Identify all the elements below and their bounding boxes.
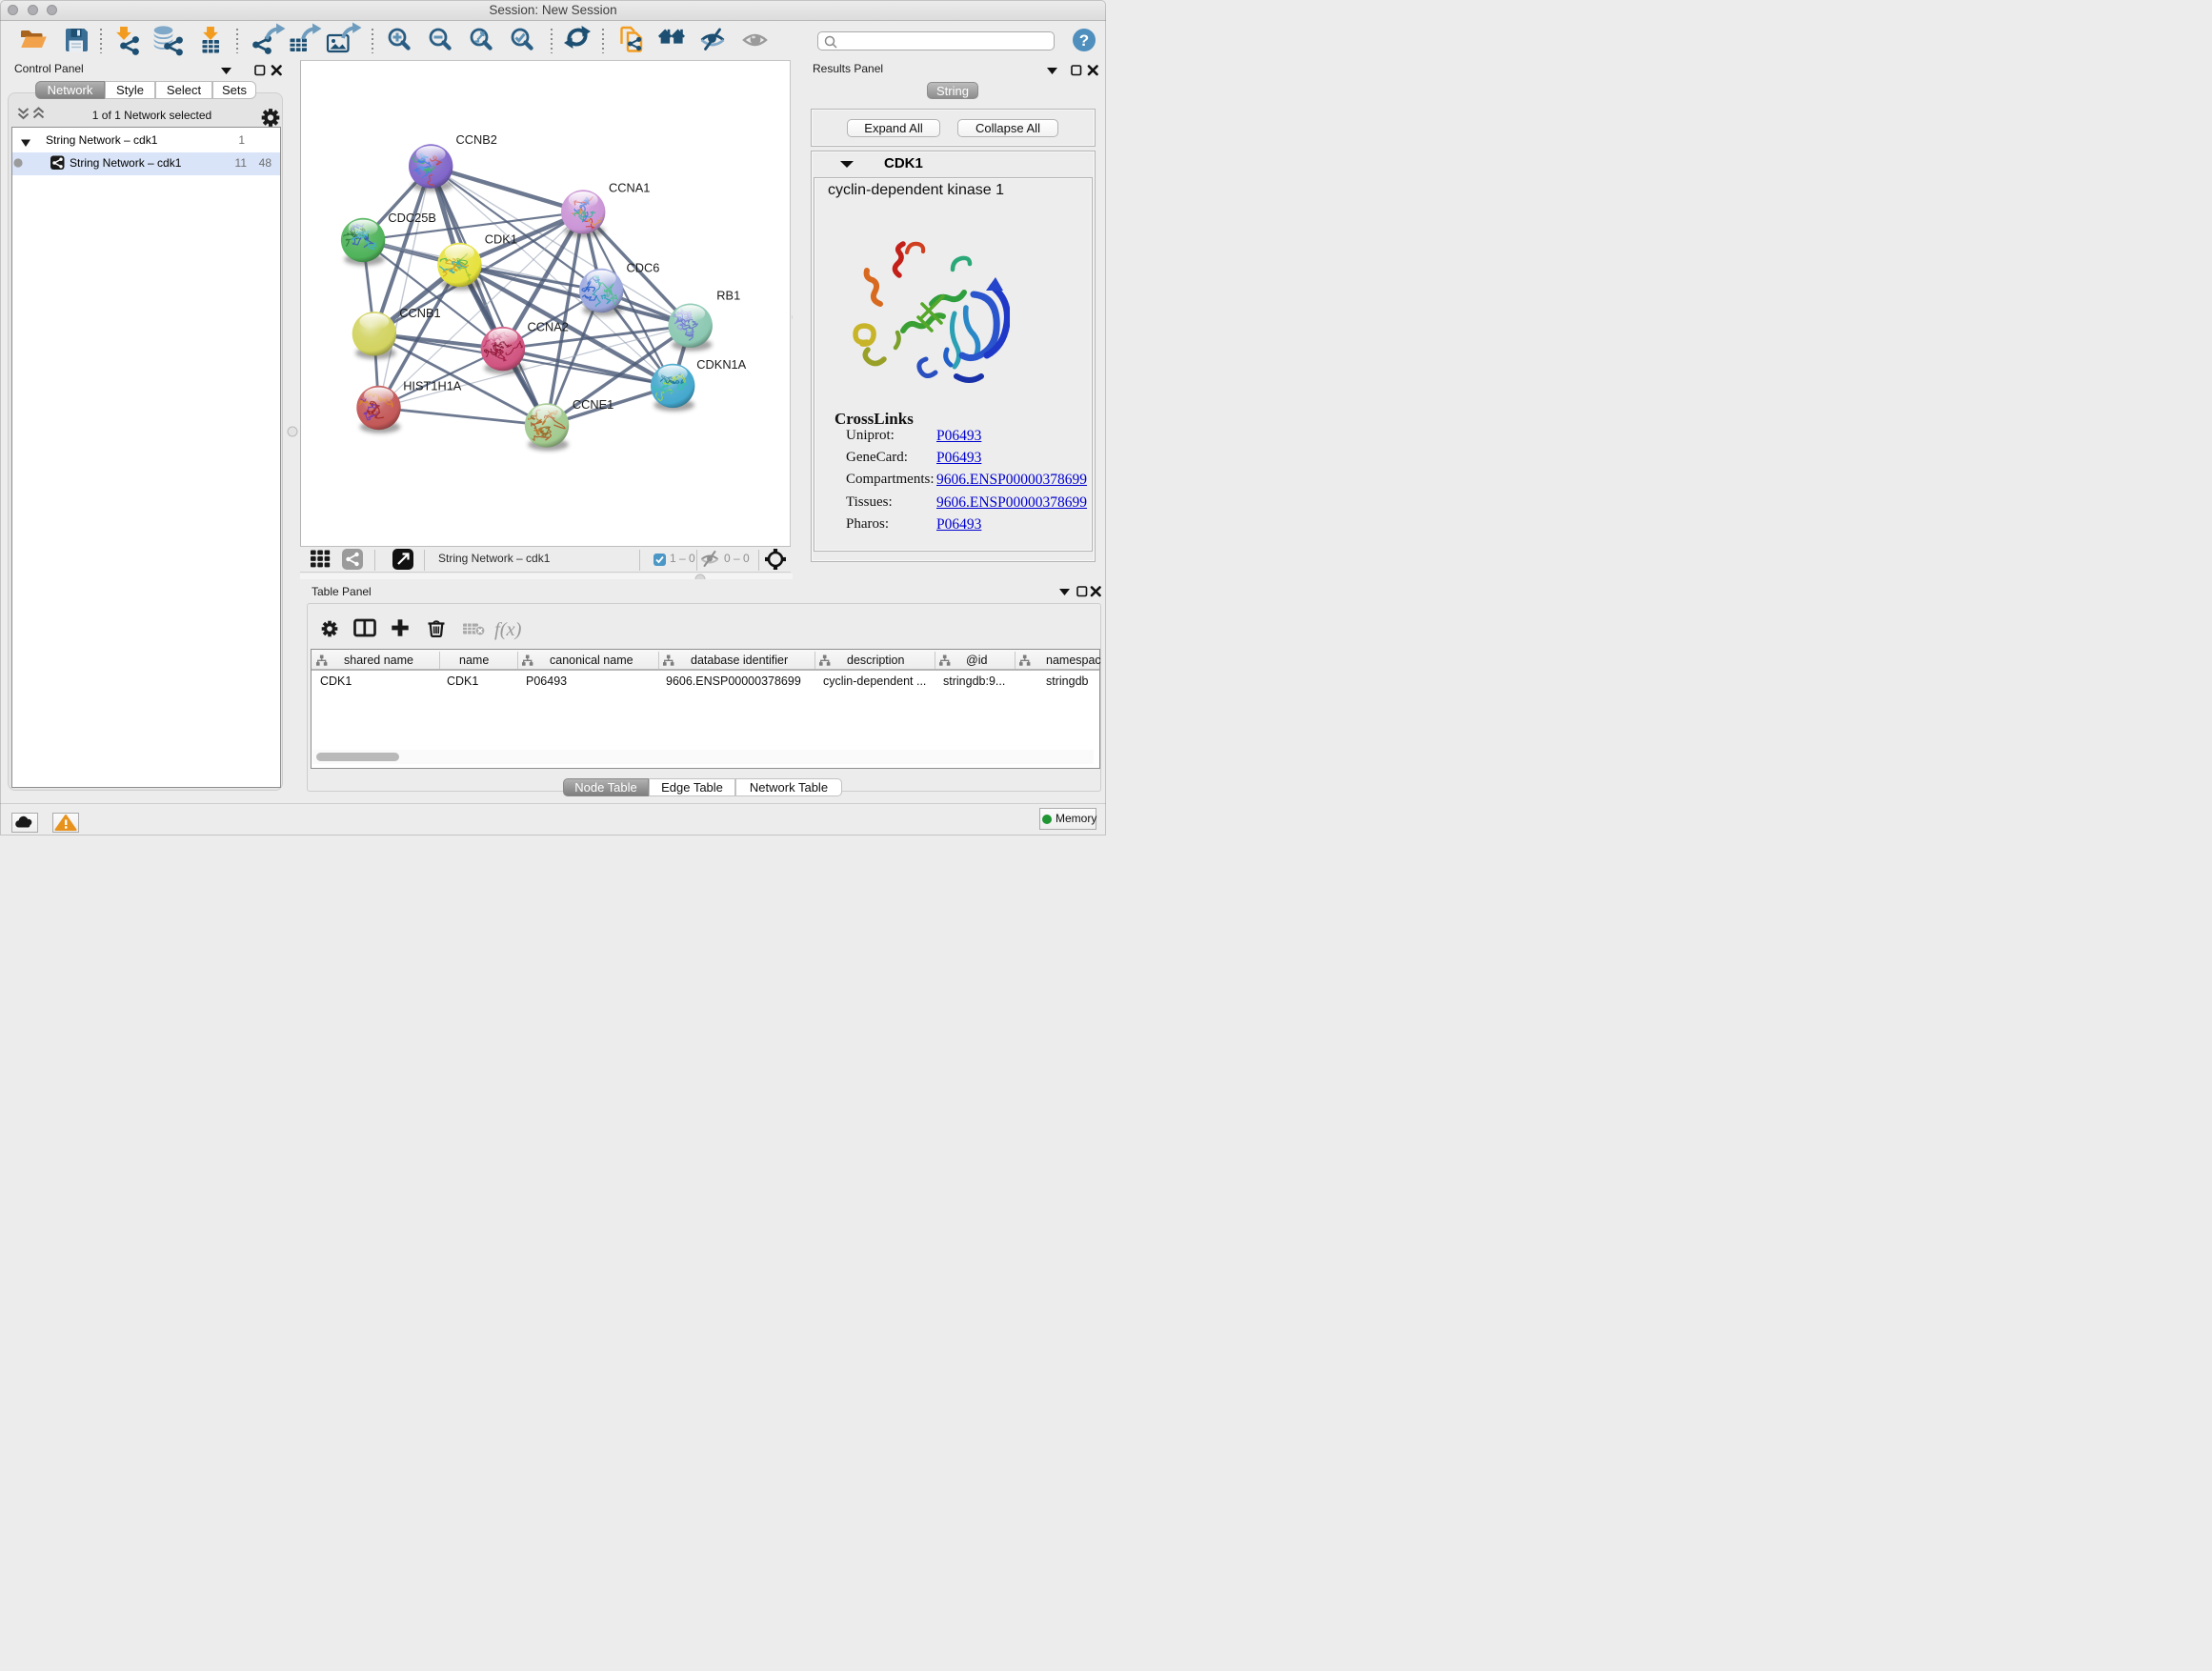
svg-text:CDC25B: CDC25B [388,211,436,225]
svg-text:?: ? [1079,31,1089,50]
svg-text:CDC6: CDC6 [627,261,660,275]
svg-text:CCNB2: CCNB2 [456,132,497,147]
svg-text:CCNB1: CCNB1 [399,306,440,320]
svg-text:f(x): f(x) [494,619,522,640]
svg-text:CCNE1: CCNE1 [573,397,613,412]
svg-text:HIST1H1A: HIST1H1A [403,378,462,393]
svg-text:CDK1: CDK1 [485,232,517,246]
svg-text:RB1: RB1 [716,289,740,303]
svg-text:CCNA2: CCNA2 [528,320,569,334]
svg-text:CCNA1: CCNA1 [609,180,650,194]
svg-text:CDKN1A: CDKN1A [696,357,746,372]
